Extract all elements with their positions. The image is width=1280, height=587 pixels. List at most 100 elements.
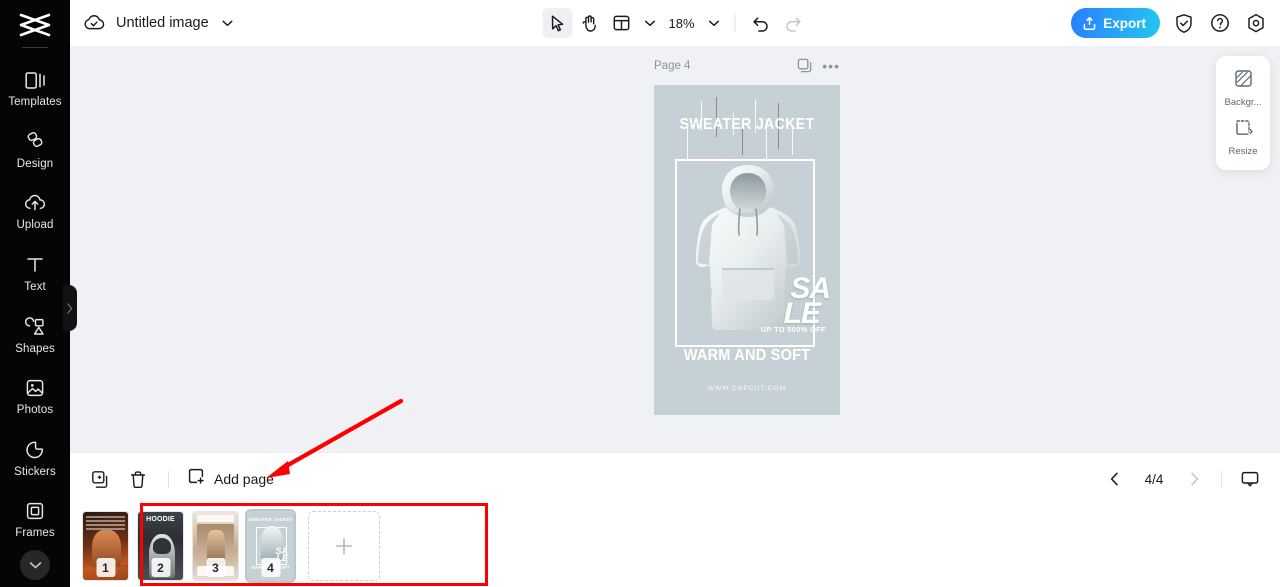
upload-cloud-icon <box>24 192 46 214</box>
cloud-saved-icon <box>82 11 106 35</box>
sidebar-item-stickers[interactable]: Stickers <box>0 427 70 489</box>
resize-button[interactable]: Resize <box>1216 113 1270 162</box>
thumbnail-number: 4 <box>261 558 280 577</box>
bottom-toolbar: Add page 4/4 <box>70 452 1280 505</box>
tool-controls: 18% <box>542 0 807 46</box>
export-label: Export <box>1103 15 1146 31</box>
sidebar-item-design[interactable]: Design <box>0 119 70 181</box>
thumbnail-topbar <box>197 515 234 522</box>
undo-arrow-icon <box>752 16 768 32</box>
select-tool-button[interactable] <box>542 8 573 38</box>
duplicate-page-button[interactable] <box>88 467 112 491</box>
page-actions: Add page <box>88 467 274 491</box>
stickers-icon <box>24 439 46 461</box>
add-page-label: Add page <box>214 471 274 487</box>
sidebar-collapse-handle[interactable] <box>63 285 77 331</box>
page-label: Page 4 <box>654 59 691 72</box>
more-options-icon[interactable]: ••• <box>822 59 840 73</box>
design-icon <box>24 131 46 153</box>
undo-button[interactable] <box>746 8 776 38</box>
sidebar-divider <box>22 46 48 48</box>
thumbnail-number: 1 <box>96 558 115 577</box>
main-area: Untitled image 18% Export Page 4 ••• SWE… <box>70 0 1280 587</box>
page-thumbnail[interactable]: HOODIE 2 <box>137 511 184 581</box>
layout-panel-icon <box>613 15 630 31</box>
redo-button[interactable] <box>778 8 808 38</box>
trash-icon <box>130 470 146 488</box>
chevron-down-icon <box>29 561 41 568</box>
shield-check-icon[interactable] <box>1172 11 1196 35</box>
present-monitor-icon <box>1241 471 1259 487</box>
present-button[interactable] <box>1238 467 1262 491</box>
sidebar-item-shapes[interactable]: Shapes <box>0 304 70 366</box>
sidebar-item-label: Stickers <box>14 465 56 478</box>
sidebar-item-text[interactable]: Text <box>0 243 70 305</box>
duplicate-page-icon[interactable] <box>797 58 812 73</box>
delete-page-button[interactable] <box>126 467 150 491</box>
text-icon <box>24 254 46 276</box>
layout-chevron-down-icon[interactable] <box>638 8 660 38</box>
poster-tagline: WARM AND SOFT <box>683 347 811 364</box>
poster-title: SWEATER JACKET <box>679 116 815 133</box>
document-info: Untitled image <box>82 11 237 35</box>
poster-website: WWW.CAPCUT.COM <box>707 385 787 392</box>
page-thumbnail[interactable]: 1 <box>82 511 129 581</box>
thumbnail-number: 3 <box>206 558 225 577</box>
sidebar-item-label: Upload <box>16 219 54 232</box>
zoom-level-value[interactable]: 18% <box>662 16 700 31</box>
page-thumbnail-selected[interactable]: SWEATER JACKET SALE WARM AND SOFT 4 <box>245 509 296 583</box>
capcut-editor-window: Templates Design Upload Text Shapes Phot… <box>0 0 1280 587</box>
chevron-right-icon <box>67 302 73 314</box>
background-button[interactable]: Backgr... <box>1216 64 1270 113</box>
export-button[interactable]: Export <box>1071 8 1160 38</box>
resize-icon <box>1234 118 1253 142</box>
sidebar-item-label: Frames <box>15 527 55 540</box>
page-header: Page 4 ••• <box>654 58 840 73</box>
background-label: Backgr... <box>1224 97 1262 108</box>
prev-page-button[interactable] <box>1103 468 1125 490</box>
poster-sale-text: SA LE <box>783 274 831 330</box>
sidebar-item-label: Design <box>16 157 54 170</box>
frames-icon <box>24 500 46 522</box>
sidebar-item-photos[interactable]: Photos <box>0 366 70 428</box>
capcut-logo-icon[interactable] <box>13 10 57 41</box>
sale-line-2: LE <box>783 296 821 330</box>
poster-artboard[interactable]: SWEATER JACKET SA LE UP TO 500% OFF WARM… <box>654 85 840 415</box>
templates-icon <box>24 69 46 91</box>
hand-tool-button[interactable] <box>574 8 604 38</box>
settings-gear-icon[interactable] <box>1244 11 1268 35</box>
help-question-icon[interactable] <box>1208 11 1232 35</box>
page-indicator: 4/4 <box>1144 471 1164 487</box>
document-title-chevron-down-icon[interactable] <box>219 14 237 32</box>
upload-box-icon <box>1083 16 1096 30</box>
nav-divider <box>1221 470 1222 488</box>
page-thumbnail[interactable]: 3 <box>192 511 239 581</box>
floating-right-panel: Backgr... Resize <box>1216 56 1270 170</box>
page-header-actions: ••• <box>797 58 840 73</box>
top-right-actions: Export <box>1071 8 1268 38</box>
zoom-chevron-down-icon[interactable] <box>703 8 725 38</box>
background-pattern-icon <box>1234 69 1253 93</box>
left-sidebar: Templates Design Upload Text Shapes Phot… <box>0 0 77 587</box>
thumbnail-caption: HOODIE <box>146 516 175 523</box>
sidebar-item-frames[interactable]: Frames <box>0 489 70 551</box>
sidebar-item-label: Templates <box>8 96 62 109</box>
sidebar-item-upload[interactable]: Upload <box>0 181 70 243</box>
add-thumbnail-button[interactable] <box>308 511 380 581</box>
add-page-icon <box>187 467 206 491</box>
sidebar-item-templates[interactable]: Templates <box>0 58 70 120</box>
document-title[interactable]: Untitled image <box>116 15 209 31</box>
add-page-button[interactable]: Add page <box>187 467 274 491</box>
cursor-arrow-icon <box>551 14 564 31</box>
resize-label: Resize <box>1228 146 1258 157</box>
photos-icon <box>24 377 46 399</box>
toolbar-divider <box>734 14 736 32</box>
next-page-button[interactable] <box>1183 468 1205 490</box>
layout-tool-button[interactable] <box>606 8 636 38</box>
sidebar-expand-more-button[interactable] <box>20 550 50 580</box>
sidebar-item-label: Text <box>24 280 46 293</box>
canvas-viewport[interactable]: Page 4 ••• SWEATER JACKET SA LE UP TO 50… <box>70 46 1280 452</box>
bottom-toolbar-divider <box>168 470 169 488</box>
sidebar-item-label: Shapes <box>15 342 55 355</box>
chevron-right-icon <box>1190 472 1198 486</box>
